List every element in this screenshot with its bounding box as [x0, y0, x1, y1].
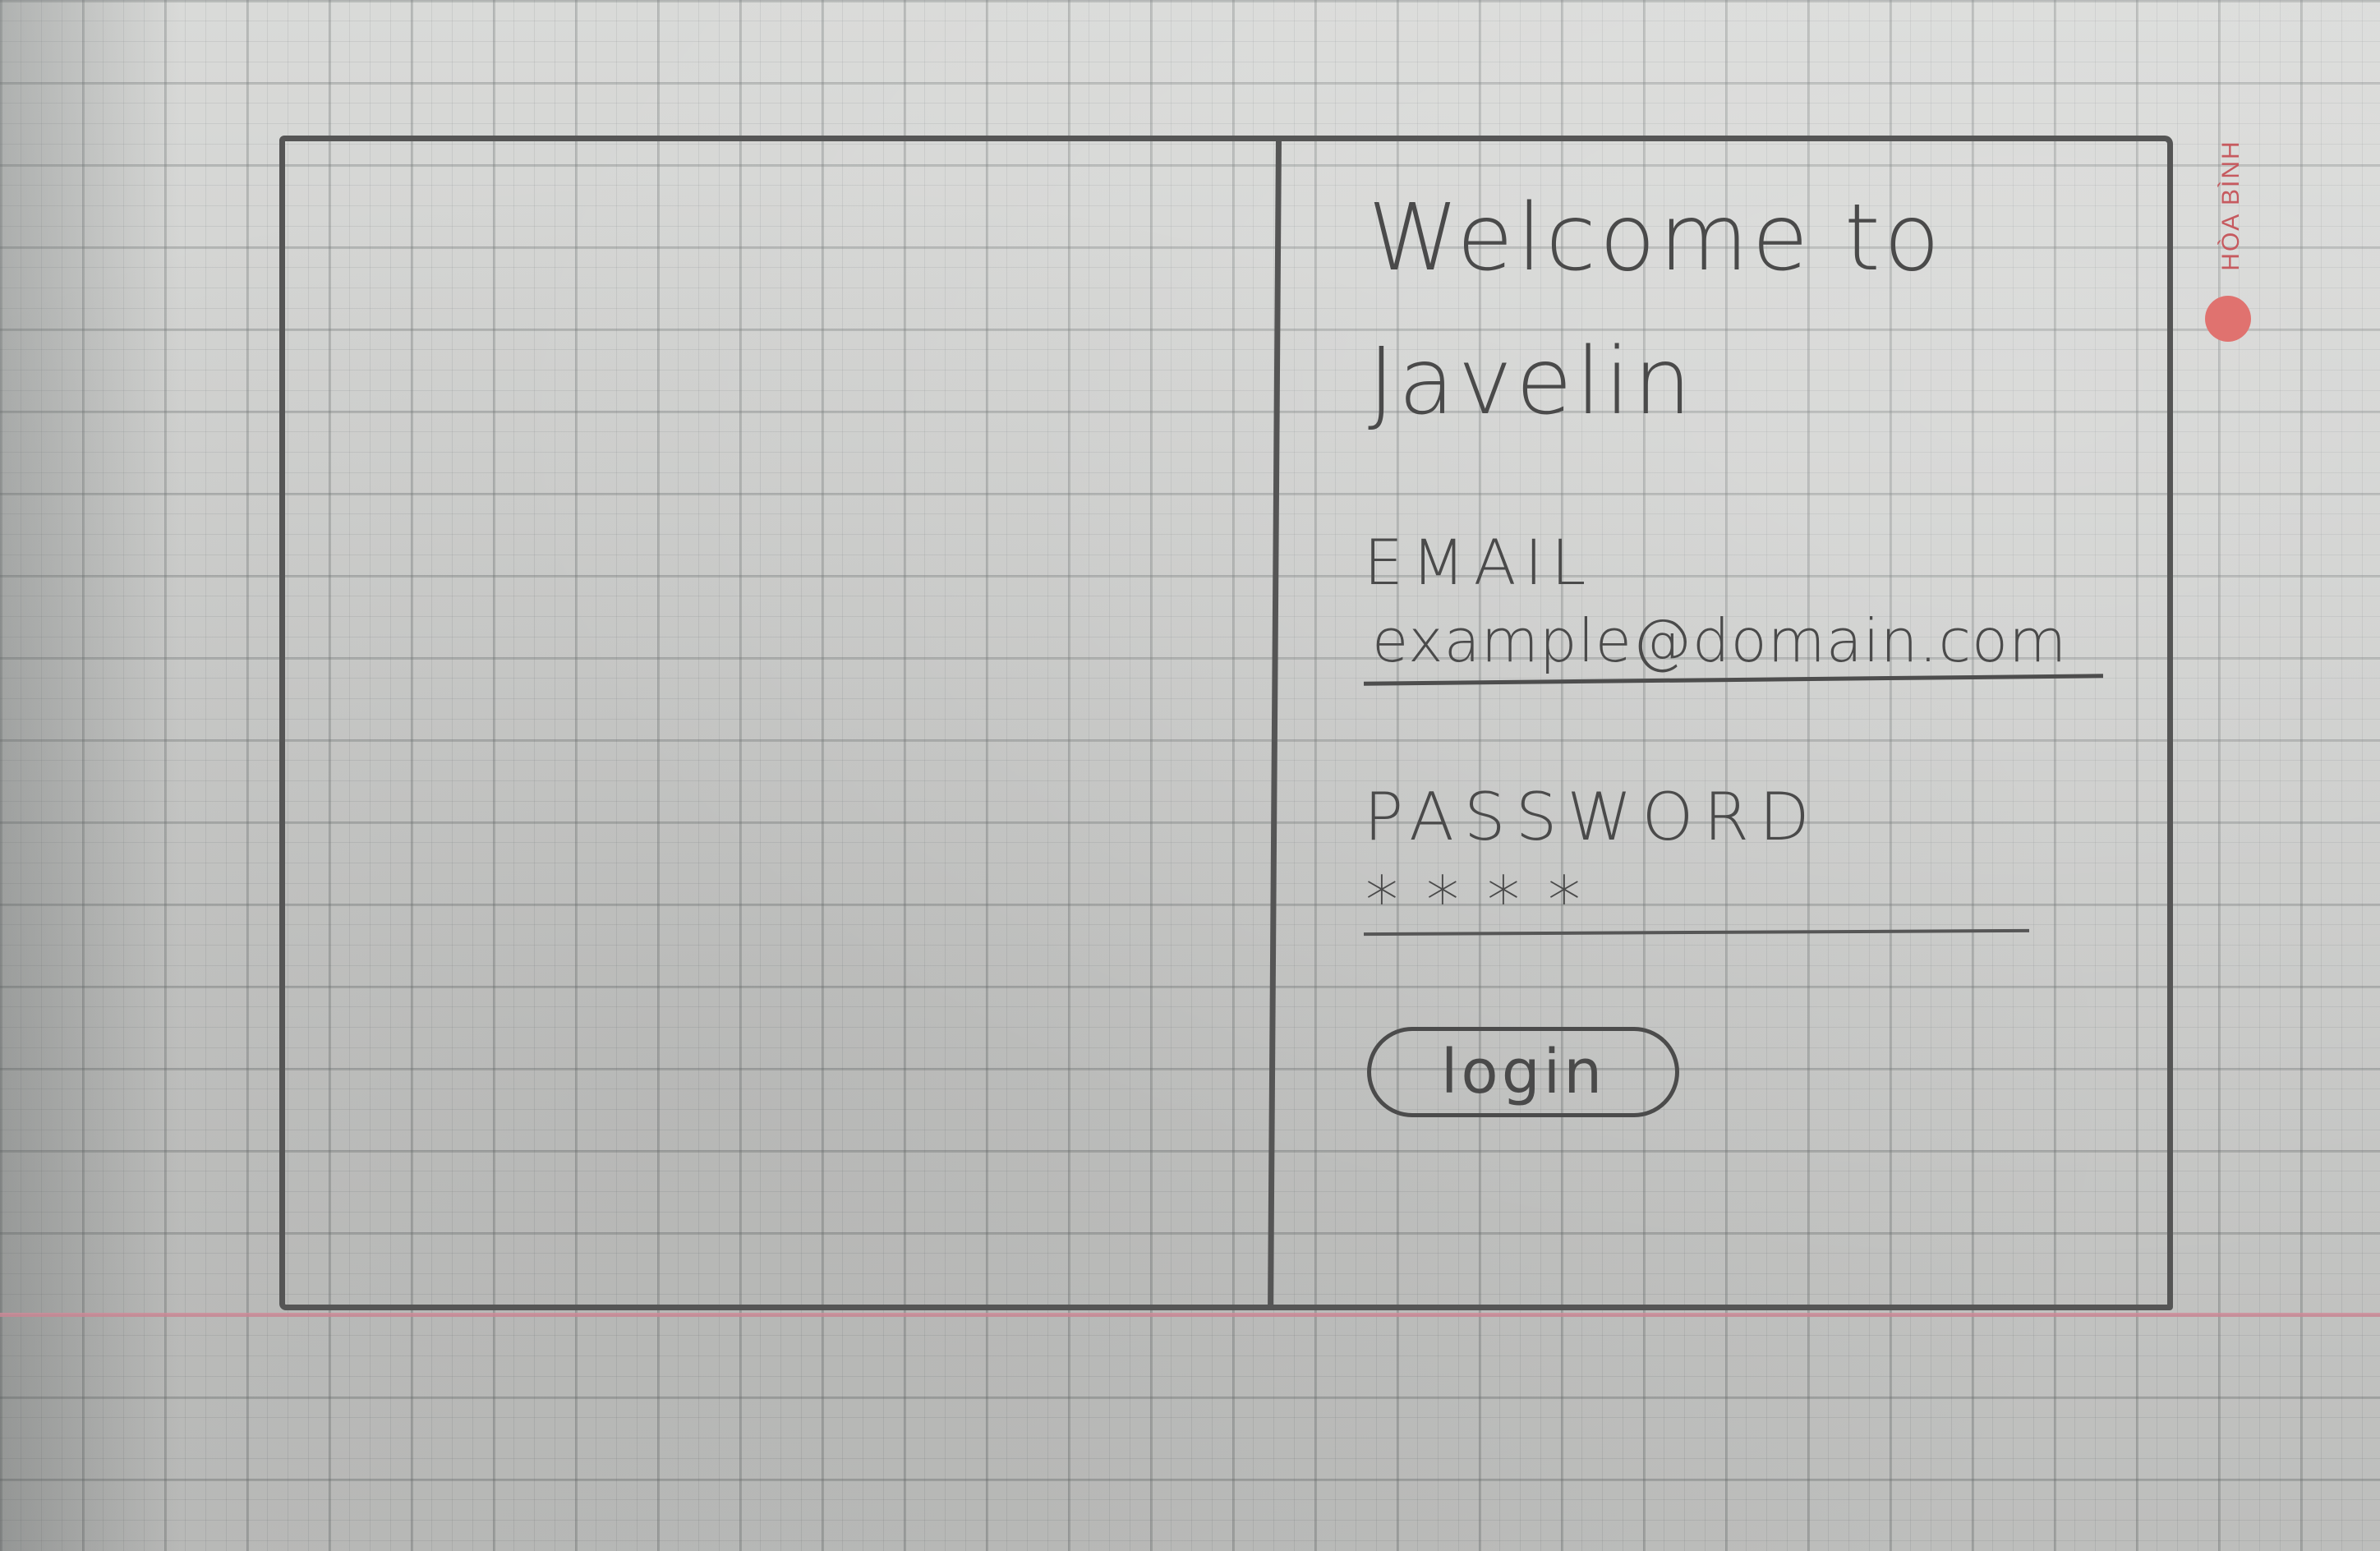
password-label: PASSWORD	[1364, 779, 1820, 855]
email-field[interactable]: example@domain.com	[1372, 606, 2067, 675]
app-window-frame	[279, 136, 2173, 1310]
brand-logo-icon	[2205, 296, 2251, 342]
welcome-heading: Welcome to	[1368, 185, 1944, 292]
login-button[interactable]: login	[1367, 1027, 1679, 1117]
brand-stamp: HÒA BÌNH	[2198, 123, 2264, 353]
paper-shadow	[0, 0, 181, 1551]
password-field[interactable]: ****	[1365, 863, 1609, 939]
app-name-heading: Javelin	[1368, 329, 1696, 435]
email-label: EMAIL	[1364, 526, 1595, 599]
brand-stamp-text: HÒA BÌNH	[2217, 140, 2244, 271]
paper-margin-line	[0, 1313, 2380, 1317]
